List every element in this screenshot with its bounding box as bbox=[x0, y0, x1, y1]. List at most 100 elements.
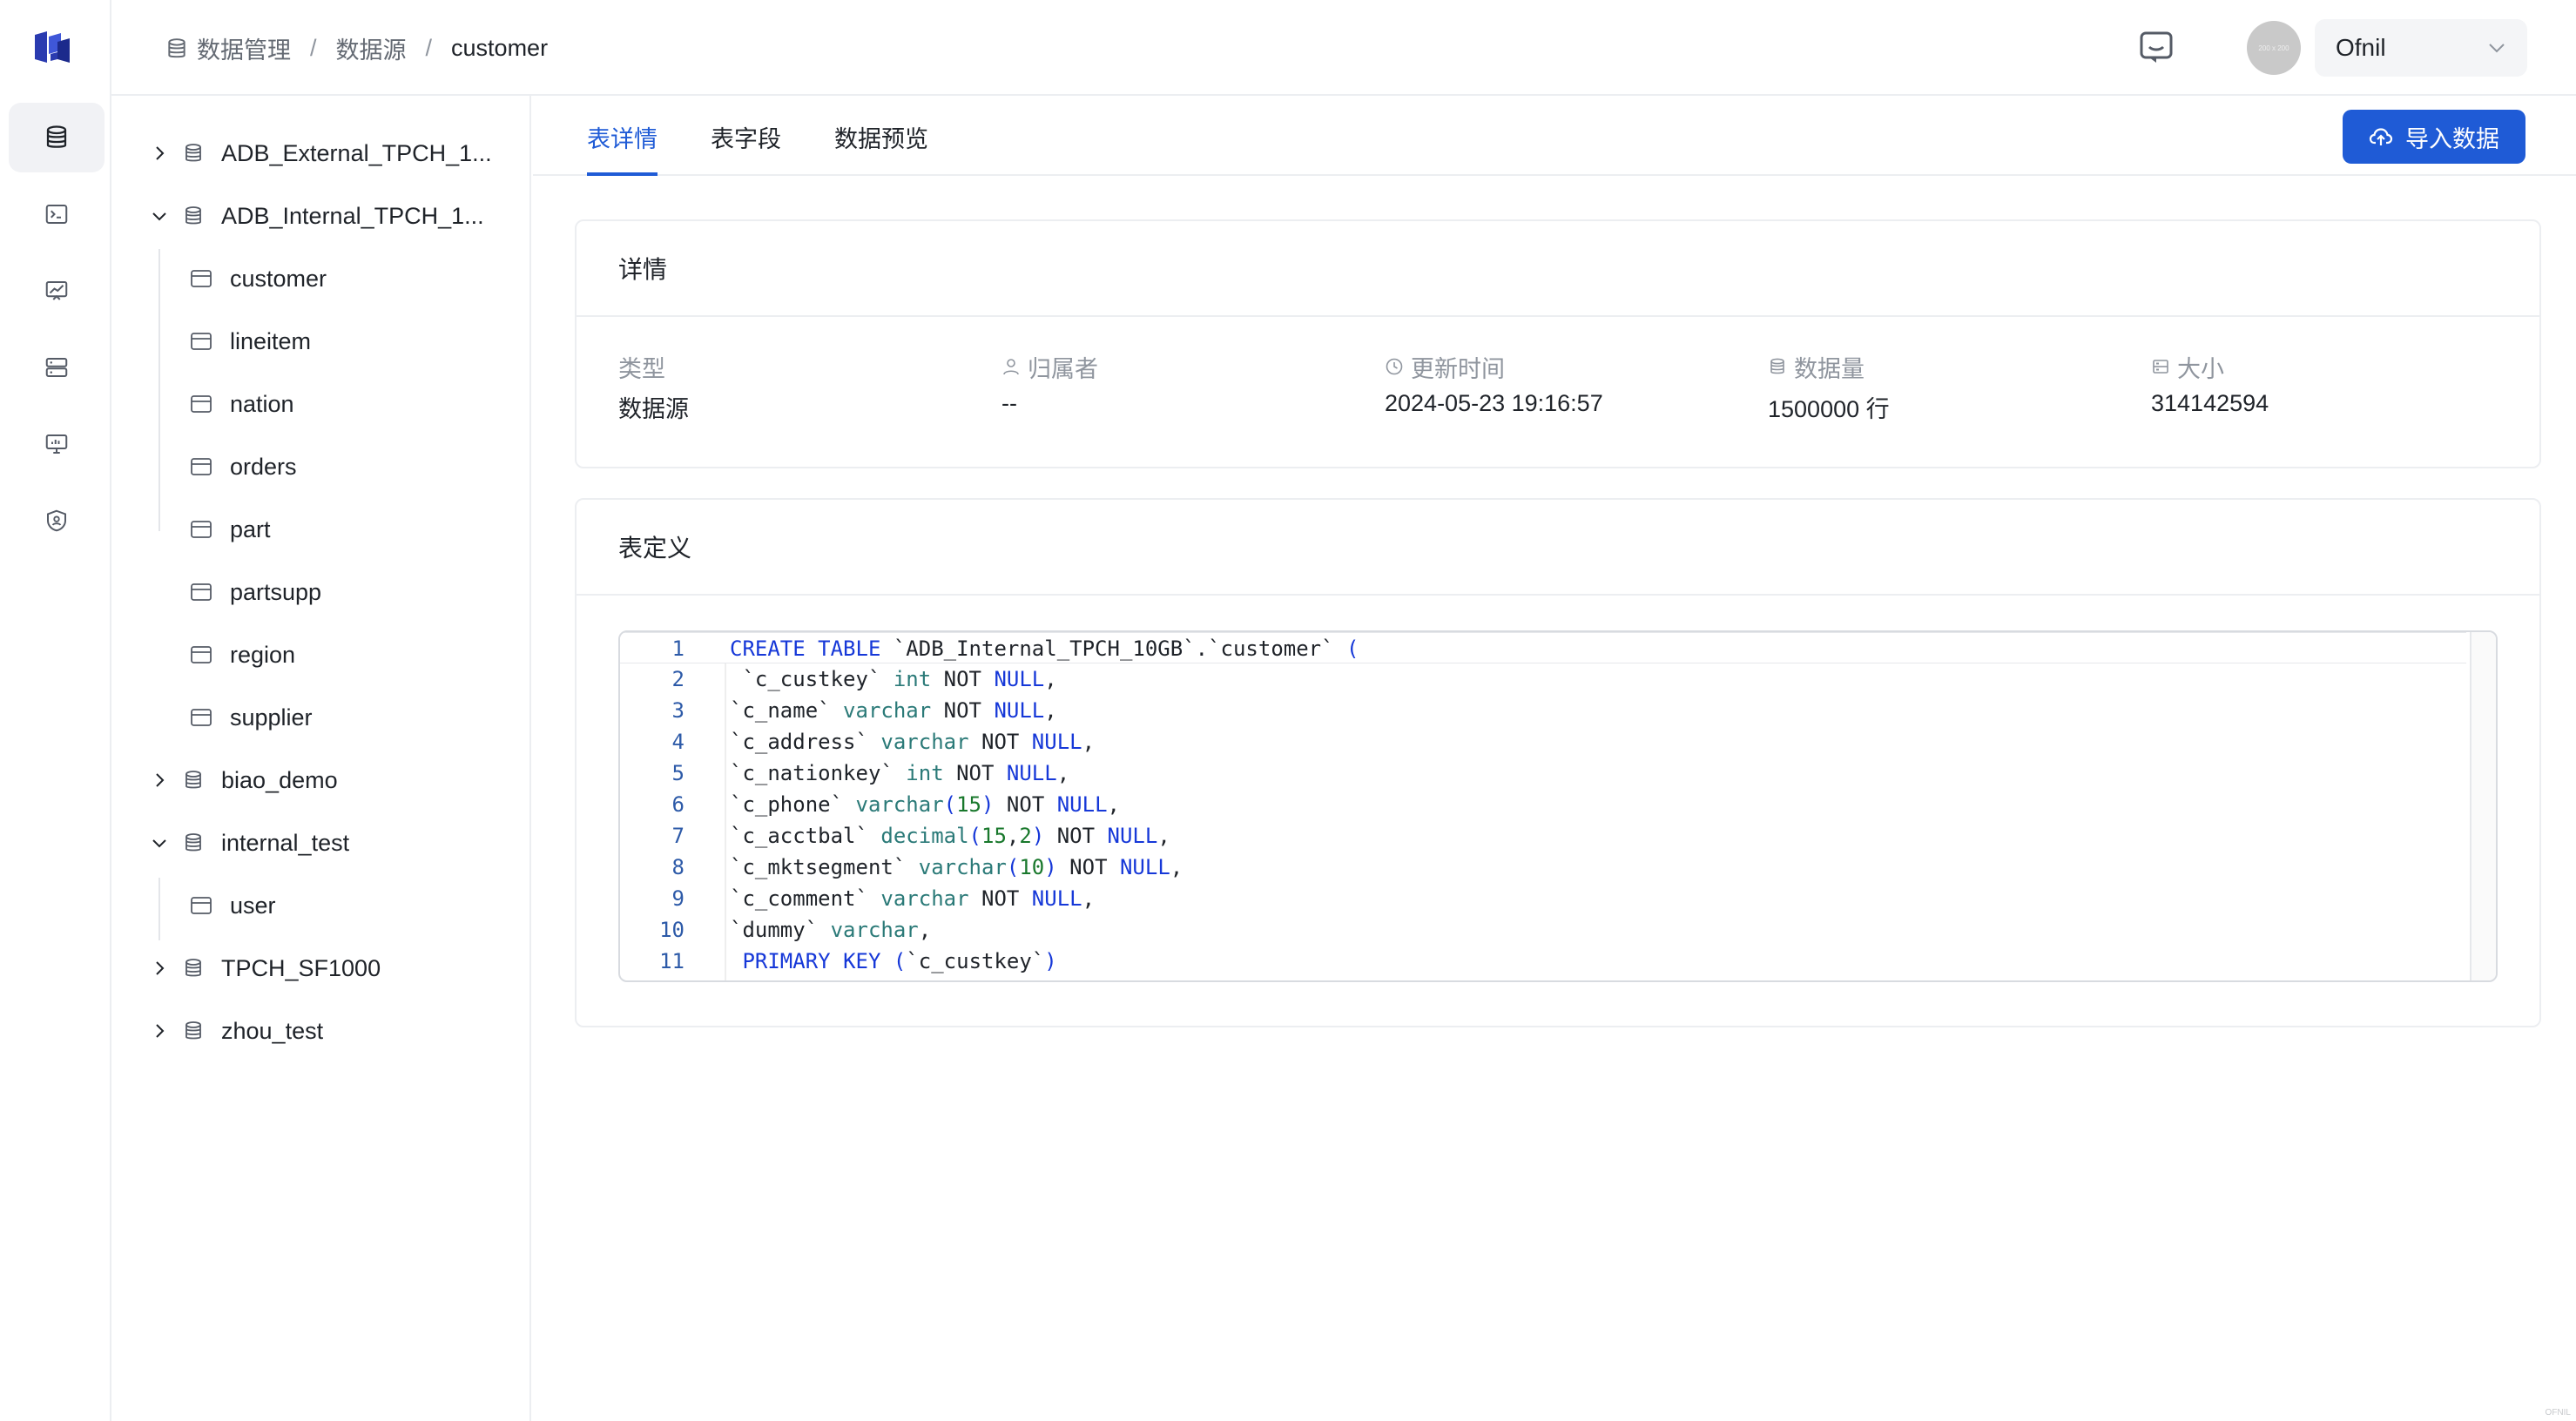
table-icon bbox=[191, 646, 212, 663]
user-name: Ofnil bbox=[2336, 34, 2386, 61]
line-number: 7 bbox=[671, 824, 684, 848]
chevron-down-icon[interactable] bbox=[150, 206, 169, 226]
code-text: `c_mktsegment` varchar(10) NOT NULL, bbox=[730, 855, 1183, 879]
chevron-down-icon[interactable] bbox=[150, 833, 169, 852]
tree-table-item[interactable]: lineitem bbox=[190, 317, 311, 366]
line-number: 5 bbox=[671, 761, 684, 785]
tree-table-item[interactable]: partsupp bbox=[190, 568, 321, 616]
info-updated-label: 更新时间 bbox=[1385, 352, 1603, 382]
code-text: `c_name` varchar NOT NULL, bbox=[730, 698, 1057, 723]
nav-data-management-button[interactable] bbox=[9, 103, 105, 172]
chevron-right-icon[interactable] bbox=[150, 1021, 169, 1040]
avatar[interactable]: 200 x 200 bbox=[2247, 21, 2301, 75]
code-line: 9 `c_comment` varchar NOT NULL, bbox=[620, 883, 2466, 914]
tree-item-label: region bbox=[230, 641, 296, 668]
database-icon bbox=[185, 833, 201, 852]
tree-table-item[interactable]: customer bbox=[190, 254, 327, 303]
database-icon bbox=[185, 771, 201, 789]
code-line: 1 CREATE TABLE `ADB_Internal_TPCH_10GB`.`… bbox=[620, 632, 2466, 663]
info-type-value: 数据源 bbox=[618, 396, 689, 422]
info-size-label: 大小 bbox=[2151, 352, 2269, 382]
code-line: 4 `c_address` varchar NOT NULL, bbox=[620, 726, 2466, 758]
info-updated-value: 2024-05-23 19:16:57 bbox=[1385, 390, 1603, 416]
code-text: `c_phone` varchar(15) NOT NULL, bbox=[730, 792, 1120, 817]
tab-data-preview[interactable]: 数据预览 bbox=[834, 120, 928, 176]
info-size-value: 314142594 bbox=[2151, 390, 2269, 416]
table-icon bbox=[191, 897, 212, 914]
nav-dashboard-button[interactable] bbox=[9, 256, 105, 326]
tree-table-item[interactable]: nation bbox=[190, 380, 294, 428]
app-logo-icon[interactable] bbox=[31, 28, 73, 66]
tree-item-label: biao_demo bbox=[221, 766, 338, 793]
info-rows: 数据量 1500000 行 bbox=[1768, 352, 1890, 423]
nav-monitor-button[interactable] bbox=[9, 409, 105, 479]
main-content: 表详情 表字段 数据预览 导入数据 详情 类型 数据源 归属者 -- 更新时间 … bbox=[533, 96, 2576, 1421]
server-icon bbox=[45, 358, 68, 377]
tree-table-item[interactable]: part bbox=[190, 505, 271, 554]
sql-editor[interactable]: 1 CREATE TABLE `ADB_Internal_TPCH_10GB`.`… bbox=[618, 630, 2498, 982]
breadcrumb-root-link[interactable]: 数据管理 bbox=[197, 31, 291, 65]
table-icon bbox=[191, 458, 212, 475]
table-icon bbox=[191, 583, 212, 601]
line-number: 1 bbox=[671, 636, 684, 661]
cloud-upload-icon bbox=[2369, 128, 2393, 145]
tree-table-item[interactable]: orders bbox=[190, 442, 297, 491]
info-size: 大小 314142594 bbox=[2151, 352, 2269, 420]
tree-database-item[interactable]: TPCH_SF1000 bbox=[150, 944, 381, 993]
info-owner-label: 归属者 bbox=[1001, 352, 1098, 382]
code-line: 5 `c_nationkey` int NOT NULL, bbox=[620, 758, 2466, 789]
editor-scrollbar[interactable] bbox=[2470, 632, 2496, 980]
top-header: 数据管理 / 数据源 / customer 200 x 200 Ofnil bbox=[111, 0, 2576, 96]
line-number: 2 bbox=[671, 667, 684, 691]
table-icon bbox=[191, 521, 212, 538]
code-line: 11 PRIMARY KEY (`c_custkey`) bbox=[620, 946, 2466, 977]
definition-card: 表定义 1 CREATE TABLE `ADB_Internal_TPCH_10G… bbox=[575, 498, 2541, 1027]
tree-item-label: TPCH_SF1000 bbox=[221, 954, 381, 981]
definition-title: 表定义 bbox=[577, 500, 2539, 596]
chat-button[interactable] bbox=[2137, 28, 2175, 66]
tree-database-item[interactable]: ADB_External_TPCH_1... bbox=[150, 129, 492, 178]
user-dropdown[interactable]: Ofnil bbox=[2315, 19, 2527, 77]
chevron-right-icon[interactable] bbox=[150, 144, 169, 163]
tree-table-item[interactable]: region bbox=[190, 630, 295, 679]
info-rows-value: 1500000 行 bbox=[1768, 396, 1890, 422]
info-type: 类型 数据源 bbox=[618, 352, 689, 423]
breadcrumb-datasource-link[interactable]: 数据源 bbox=[336, 31, 407, 65]
tree-database-item[interactable]: ADB_Internal_TPCH_1... bbox=[150, 192, 484, 240]
code-line: 6 `c_phone` varchar(15) NOT NULL, bbox=[620, 789, 2466, 820]
line-number: 3 bbox=[671, 698, 684, 723]
tab-table-details[interactable]: 表详情 bbox=[587, 120, 657, 176]
database-icon bbox=[185, 959, 201, 977]
tree-database-item[interactable]: internal_test bbox=[150, 818, 349, 867]
chevron-right-icon[interactable] bbox=[150, 771, 169, 790]
code-text: PRIMARY KEY (`c_custkey`) bbox=[742, 949, 1057, 973]
chevron-right-icon[interactable] bbox=[150, 959, 169, 978]
tree-table-item[interactable]: supplier bbox=[190, 693, 313, 742]
tree-table-item[interactable]: user bbox=[190, 881, 276, 930]
chart-icon bbox=[45, 281, 68, 300]
nav-server-button[interactable] bbox=[9, 333, 105, 402]
shield-icon bbox=[47, 509, 66, 532]
info-rows-label: 数据量 bbox=[1768, 352, 1890, 382]
line-number: 11 bbox=[659, 949, 684, 973]
code-text: `c_nationkey` int NOT NULL, bbox=[730, 761, 1070, 785]
code-line: 7 `c_acctbal` decimal(15,2) NOT NULL, bbox=[620, 820, 2466, 852]
database-icon bbox=[185, 1021, 201, 1040]
details-title: 详情 bbox=[577, 221, 2539, 317]
tab-table-fields[interactable]: 表字段 bbox=[711, 120, 781, 176]
info-updated: 更新时间 2024-05-23 19:16:57 bbox=[1385, 352, 1603, 420]
line-number: 10 bbox=[659, 918, 684, 942]
database-icon bbox=[185, 144, 201, 162]
tree-database-item[interactable]: biao_demo bbox=[150, 756, 338, 805]
import-data-button[interactable]: 导入数据 bbox=[2343, 110, 2525, 164]
tree-database-item[interactable]: zhou_test bbox=[150, 1007, 323, 1055]
nav-security-button[interactable] bbox=[9, 486, 105, 556]
code-line: 3 `c_name` varchar NOT NULL, bbox=[620, 695, 2466, 726]
tree-item-label: orders bbox=[230, 453, 297, 480]
chevron-down-icon bbox=[2489, 44, 2505, 53]
code-text: `dummy` varchar, bbox=[730, 918, 932, 942]
line-number: 8 bbox=[671, 855, 684, 879]
terminal-icon bbox=[45, 205, 68, 224]
breadcrumb-separator: / bbox=[425, 35, 433, 61]
nav-terminal-button[interactable] bbox=[9, 179, 105, 249]
